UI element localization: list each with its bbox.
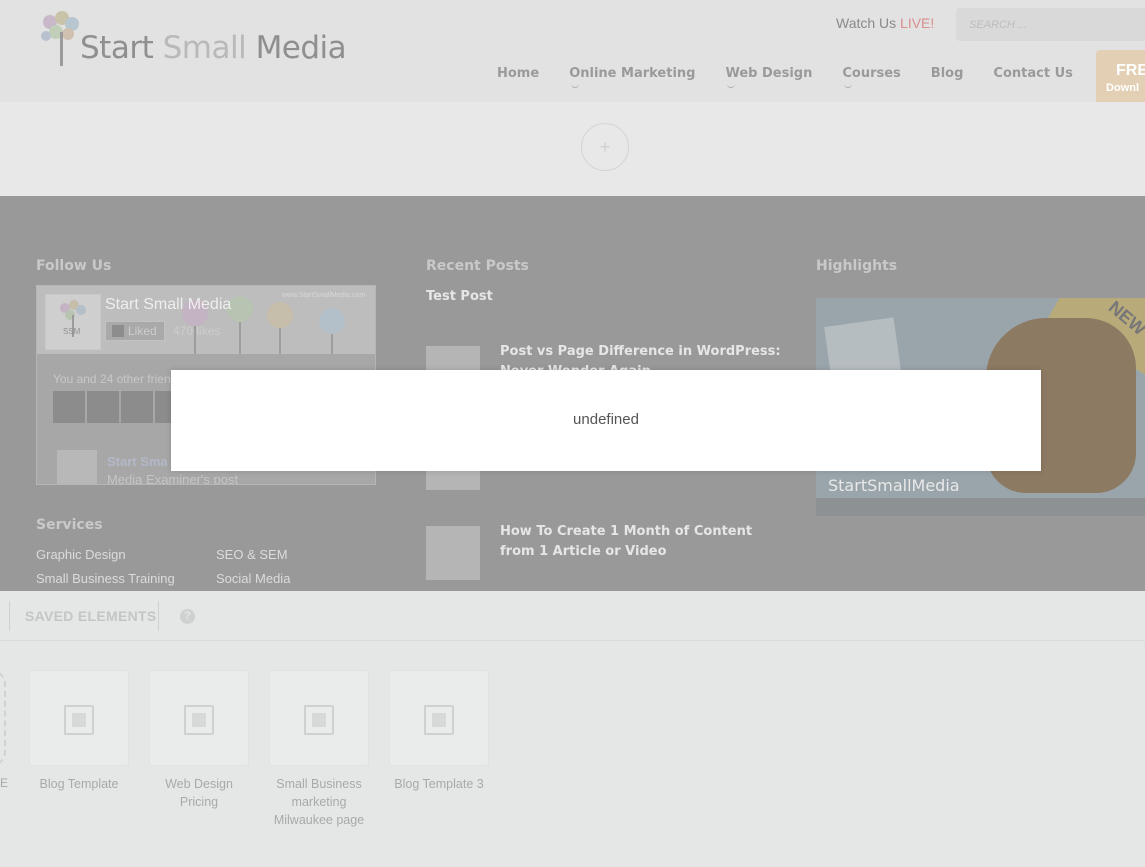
recent-posts-title: Recent Posts [426, 258, 529, 274]
facebook-friends-text: You and 24 other frien [53, 372, 171, 386]
main-nav: Home Online Marketing Web Design Courses… [497, 66, 1103, 88]
friend-avatar[interactable] [121, 391, 153, 423]
nav-web-design-label: Web Design [725, 66, 813, 81]
nav-home[interactable]: Home [497, 66, 539, 81]
template-card-blog-template[interactable] [29, 670, 129, 766]
facebook-post-avatar [57, 450, 97, 484]
builder-add-row-area [0, 102, 1145, 196]
nav-contact-us[interactable]: Contact Us [993, 66, 1072, 81]
template-card-label: Small Business marketing Milwaukee page [273, 777, 365, 827]
template-card-label: Blog Template 3 [394, 777, 484, 791]
service-link-social-media[interactable]: Social Media [216, 571, 290, 586]
tab-divider [9, 601, 10, 631]
facebook-page-name[interactable]: Start Small Media [105, 296, 231, 314]
template-card-label: Blog Template [39, 777, 119, 791]
facebook-post-subtitle: Media Examiner's post [107, 472, 239, 485]
template-icon [304, 705, 334, 735]
facebook-thumbnail-label: SSM [63, 327, 81, 336]
nav-courses[interactable]: Courses [842, 66, 901, 88]
facebook-post-author[interactable]: Start Sma [107, 454, 168, 469]
nav-web-design[interactable]: Web Design [725, 66, 813, 88]
live-label: LIVE! [900, 15, 935, 31]
nav-courses-label: Courses [842, 66, 901, 81]
watch-live-link[interactable]: Watch Us LIVE! [836, 15, 934, 31]
template-card-web-design-pricing[interactable] [149, 670, 249, 766]
modal-message: undefined [573, 411, 639, 428]
template-icon [64, 705, 94, 735]
highlight-brand: StartSmallMedia [828, 476, 960, 495]
facebook-page-thumbnail: SSM [45, 294, 101, 350]
template-card-label: Web Design Pricing [165, 777, 233, 809]
add-row-button[interactable]: + [581, 123, 629, 171]
modal-dialog: undefined [171, 370, 1041, 471]
service-link-graphic-design[interactable]: Graphic Design [36, 547, 126, 562]
nav-online-marketing-label: Online Marketing [569, 66, 696, 81]
free-download-subtitle: Downl [1106, 82, 1139, 94]
template-card-blog-template-3[interactable] [389, 670, 489, 766]
logo-word-start: Start [80, 30, 154, 66]
facebook-liked-label: Liked [128, 324, 157, 338]
logo-tree-icon [41, 11, 79, 66]
tab-divider [158, 601, 159, 631]
template-icon [424, 705, 454, 735]
friend-avatar[interactable] [53, 391, 85, 423]
service-link-seo-sem[interactable]: SEO & SEM [216, 547, 288, 562]
facebook-icon [112, 325, 124, 337]
help-icon[interactable]: ? [180, 609, 195, 624]
facebook-likes-count: 470 likes [173, 324, 221, 338]
logo-word-media: Media [255, 30, 347, 66]
logo-text: Start Small Media [80, 30, 347, 66]
plus-icon: + [599, 136, 611, 157]
facebook-liked-button[interactable]: Liked [105, 321, 165, 341]
template-icon [184, 705, 214, 735]
logo-word-small: Small [162, 30, 247, 66]
search-input[interactable] [956, 8, 1145, 41]
watch-label: Watch Us [836, 15, 897, 31]
new-template-card[interactable] [0, 670, 6, 766]
services-title: Services [36, 517, 103, 533]
follow-us-title: Follow Us [36, 258, 112, 274]
highlights-title: Highlights [816, 258, 898, 274]
template-card-small-business-marketing[interactable] [269, 670, 369, 766]
nav-blog[interactable]: Blog [931, 66, 964, 81]
recent-post-thumbnail[interactable] [426, 526, 480, 580]
panel-tab-bar [0, 591, 1145, 641]
friend-avatar[interactable] [87, 391, 119, 423]
service-link-small-business-training[interactable]: Small Business Training [36, 571, 175, 586]
tab-saved-elements[interactable]: SAVED ELEMENTS [25, 608, 157, 624]
recent-post-link[interactable]: Test Post [426, 287, 493, 307]
new-template-label: E [0, 776, 9, 790]
recent-post-link[interactable]: How To Create 1 Month of Content from 1 … [500, 522, 790, 562]
highlight-band [816, 498, 1145, 516]
free-download-title: FRE [1116, 62, 1145, 79]
nav-online-marketing[interactable]: Online Marketing [569, 66, 696, 88]
facebook-cover-url: www.StartSmallMedia.com [282, 292, 366, 299]
